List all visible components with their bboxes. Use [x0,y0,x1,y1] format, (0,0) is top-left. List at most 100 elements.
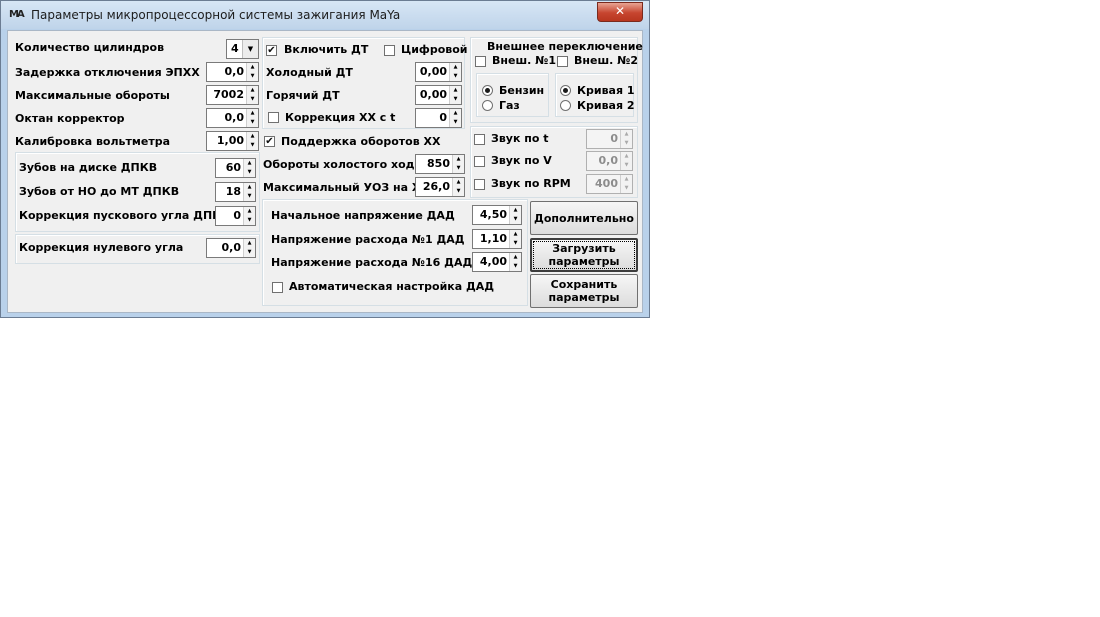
arrow-down-icon[interactable]: ▼ [449,95,461,104]
arrow-up-icon[interactable]: ▲ [246,86,258,95]
hot-dt-stepper[interactable]: 0,00 ▲ ▼ [415,85,462,105]
dad-flow1-value: 1,10 [479,232,507,245]
arrow-up-icon[interactable]: ▲ [620,152,632,161]
window-title: Параметры микропроцессорной системы зажи… [31,8,401,22]
arrow-up-icon[interactable]: ▲ [243,159,255,168]
fuel-petrol-radio[interactable] [482,85,493,96]
max-uoz-stepper[interactable]: 26,0 ▲ ▼ [415,177,465,197]
epxx-delay-stepper[interactable]: 0,0 ▲ ▼ [206,62,259,82]
arrow-down-icon[interactable]: ▼ [243,192,255,201]
arrow-up-icon[interactable]: ▲ [449,63,461,72]
idle-support-checkbox[interactable]: ✔ [264,136,275,147]
idle-rpm-stepper[interactable]: 850 ▲ ▼ [415,154,465,174]
arrow-up-icon[interactable]: ▲ [243,207,255,216]
cylinders-label: Количество цилиндров [15,41,165,54]
arrow-down-icon[interactable]: ▼ [243,248,255,257]
sound-t-checkbox[interactable] [474,134,485,145]
arrow-down-icon[interactable]: ▼ [246,118,258,127]
title-bar[interactable]: MA Параметры микропроцессорной системы з… [1,1,649,29]
arrow-up-icon[interactable]: ▲ [243,239,255,248]
arrow-up-icon[interactable]: ▲ [246,109,258,118]
zero-angle-stepper[interactable]: 0,0 ▲ ▼ [206,238,256,258]
octane-stepper[interactable]: 0,0 ▲ ▼ [206,108,259,128]
sound-rpm-checkbox[interactable] [474,179,485,190]
start-angle-value: 0 [233,209,241,222]
cold-dt-label: Холодный ДТ [266,66,353,79]
cold-dt-stepper[interactable]: 0,00 ▲ ▼ [415,62,462,82]
dad-flow16-label: Напряжение расхода №16 ДАД [271,256,473,269]
curve2-radio[interactable] [560,100,571,111]
load-params-button[interactable]: Загрузить параметры [530,238,638,272]
idle-corr-stepper[interactable]: 0 ▲ ▼ [415,108,462,128]
start-angle-label: Коррекция пускового угла ДПКВ [19,209,230,222]
arrow-down-icon[interactable]: ▼ [452,187,464,196]
arrow-down-icon[interactable]: ▼ [246,141,258,150]
curve1-radio[interactable] [560,85,571,96]
teeth-label: Зубов на диске ДПКВ [19,161,158,174]
digital-label: Цифровой [401,43,468,56]
sound-v-label: Звук по V [491,154,552,167]
fuel-gas-radio[interactable] [482,100,493,111]
arrow-up-icon[interactable]: ▲ [509,253,521,262]
cylinders-select[interactable]: 4 ▼ [226,39,259,59]
arrow-down-icon[interactable]: ▼ [509,215,521,224]
arrow-down-icon[interactable]: ▼ [620,139,632,148]
arrow-down-icon[interactable]: ▼ [246,72,258,81]
arrow-up-icon[interactable]: ▲ [509,206,521,215]
arrow-down-icon[interactable]: ▼ [449,118,461,127]
chevron-down-icon[interactable]: ▼ [242,40,258,58]
cold-dt-value: 0,00 [419,65,447,78]
arrow-down-icon[interactable]: ▼ [452,164,464,173]
dad-start-voltage-stepper[interactable]: 4,50 ▲ ▼ [472,205,522,225]
arrow-up-icon[interactable]: ▲ [620,130,632,139]
arrow-up-icon[interactable]: ▲ [246,132,258,141]
fuel-gas-label: Газ [499,99,520,112]
arrow-down-icon[interactable]: ▼ [243,168,255,177]
save-params-button[interactable]: Сохранить параметры [530,274,638,308]
main-window: MA Параметры микропроцессорной системы з… [0,0,650,318]
dad-auto-checkbox[interactable] [272,282,283,293]
sound-rpm-value: 400 [595,177,618,190]
arrow-up-icon[interactable]: ▲ [509,230,521,239]
arrow-up-icon[interactable]: ▲ [246,63,258,72]
arrow-down-icon[interactable]: ▼ [246,95,258,104]
arrow-up-icon[interactable]: ▲ [452,155,464,164]
arrow-down-icon[interactable]: ▼ [620,161,632,170]
ext2-label: Внеш. №2 [574,54,639,67]
close-button[interactable]: ✕ [597,2,643,22]
ext1-checkbox[interactable] [475,56,486,67]
curve2-label: Кривая 2 [577,99,635,112]
voltmeter-stepper[interactable]: 1,00 ▲ ▼ [206,131,259,151]
digital-checkbox[interactable] [384,45,395,56]
sound-v-stepper[interactable]: 0,0 ▲ ▼ [586,151,633,171]
idle-corr-checkbox[interactable] [268,112,279,123]
arrow-up-icon[interactable]: ▲ [449,86,461,95]
voltmeter-value: 1,00 [216,134,244,147]
arrow-up-icon[interactable]: ▲ [620,175,632,184]
ext2-checkbox[interactable] [557,56,568,67]
ext1-label: Внеш. №1 [492,54,557,67]
max-uoz-label: Максимальный УОЗ на ХХ [263,181,429,194]
dad-flow16-stepper[interactable]: 4,00 ▲ ▼ [472,252,522,272]
arrow-down-icon[interactable]: ▼ [449,72,461,81]
enable-dt-checkbox[interactable]: ✔ [266,45,277,56]
arrow-down-icon[interactable]: ▼ [509,239,521,248]
additional-button[interactable]: Дополнительно [530,201,638,235]
zero-angle-value: 0,0 [221,241,242,254]
sound-rpm-stepper[interactable]: 400 ▲ ▼ [586,174,633,194]
arrow-up-icon[interactable]: ▲ [452,178,464,187]
sound-v-checkbox[interactable] [474,156,485,167]
arrow-up-icon[interactable]: ▲ [449,109,461,118]
sound-t-stepper[interactable]: 0 ▲ ▼ [586,129,633,149]
octane-label: Октан корректор [15,112,125,125]
arrow-down-icon[interactable]: ▼ [620,184,632,193]
sound-v-value: 0,0 [598,154,619,167]
arrow-up-icon[interactable]: ▲ [243,183,255,192]
max-rpm-stepper[interactable]: 7002 ▲ ▼ [206,85,259,105]
arrow-down-icon[interactable]: ▼ [509,262,521,271]
teeth-tdc-stepper[interactable]: 18 ▲ ▼ [215,182,256,202]
dad-flow1-stepper[interactable]: 1,10 ▲ ▼ [472,229,522,249]
arrow-down-icon[interactable]: ▼ [243,216,255,225]
teeth-stepper[interactable]: 60 ▲ ▼ [215,158,256,178]
start-angle-stepper[interactable]: 0 ▲ ▼ [215,206,256,226]
